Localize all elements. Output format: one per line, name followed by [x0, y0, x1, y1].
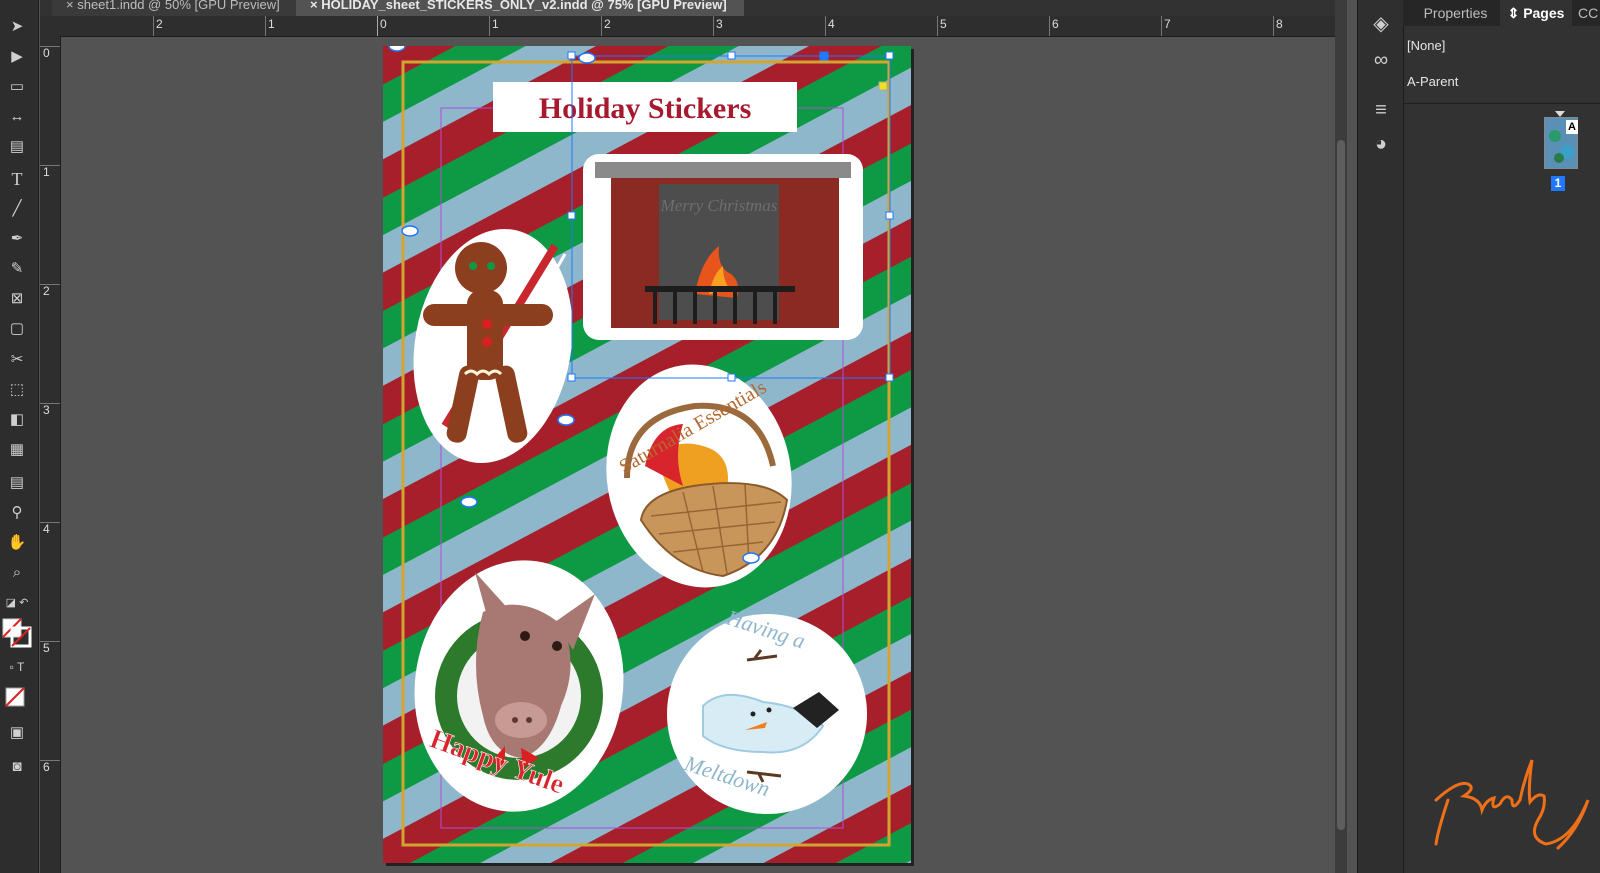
- gap-tool-icon[interactable]: ↔: [4, 106, 30, 128]
- tab-pages-label: Pages: [1523, 5, 1565, 21]
- note-tool-icon[interactable]: ▤: [4, 472, 30, 494]
- fireplace-text: Merry Christmas: [660, 196, 778, 215]
- page-artwork: Holiday Stickers Merry Christmas Saturna…: [383, 46, 911, 863]
- links-icon[interactable]: ∞: [1367, 48, 1395, 72]
- current-page-indicator-icon: [1555, 111, 1565, 117]
- tab-cc[interactable]: CC: [1578, 0, 1600, 26]
- ruler-label: 5: [43, 641, 50, 655]
- rectangle-frame-tool-icon[interactable]: ⊠: [4, 288, 30, 310]
- ruler-label: 3: [716, 17, 723, 31]
- horizontal-ruler[interactable]: 2 1 0 1 2 3 4 5 6 7 8: [40, 16, 1335, 37]
- title-text: Holiday Stickers: [539, 92, 752, 125]
- swap-fill-stroke-icon[interactable]: ◪ ↶: [4, 592, 30, 614]
- ruler-label: 4: [828, 17, 835, 31]
- direct-selection-tool-icon[interactable]: ▶: [4, 46, 30, 68]
- panel-dock-strip: ◈ ∞ ≡ ◕: [1357, 0, 1403, 873]
- tab-properties[interactable]: Properties: [1413, 0, 1498, 26]
- ruler-label: 0: [380, 17, 387, 31]
- scrollbar-thumb[interactable]: [1337, 140, 1345, 830]
- page-master-letter: A: [1566, 120, 1578, 134]
- fireplace-sticker[interactable]: Merry Christmas: [583, 154, 863, 340]
- ruler-label: 1: [43, 165, 50, 179]
- tools-panel: ➤ ▶ ▭ ↔ ▤ T ╱ ✒ ✎ ⊠ ▢ ✂ ⬚ ◧ ▦ ▤ ⚲ ✋ ⌕ ◪ …: [0, 0, 39, 873]
- ruler-label: 5: [940, 17, 947, 31]
- preview-mode-icon[interactable]: ◙: [4, 756, 30, 778]
- ruler-label: 0: [43, 46, 50, 60]
- document-tab-sheet1[interactable]: × sheet1.indd @ 50% [GPU Preview]: [52, 0, 311, 16]
- formatting-affects-container-icon[interactable]: ▫ T: [4, 656, 30, 678]
- document-tab-bar: × sheet1.indd @ 50% [GPU Preview] × HOLI…: [40, 0, 1335, 16]
- signature-watermark: [1434, 759, 1590, 850]
- ruler-label: 7: [1164, 17, 1171, 31]
- pen-tool-icon[interactable]: ✒: [4, 228, 30, 250]
- vertical-ruler[interactable]: 0 1 2 3 4 5 6: [40, 36, 61, 873]
- ruler-label: 2: [604, 17, 611, 31]
- ruler-label: 6: [43, 760, 50, 774]
- apply-none-icon[interactable]: [4, 686, 28, 708]
- fill-stroke-swatch[interactable]: [2, 618, 32, 648]
- document-page[interactable]: Holiday Stickers Merry Christmas Saturna…: [383, 46, 911, 863]
- selection-tool-icon[interactable]: ➤: [4, 16, 30, 38]
- tab-close-icon[interactable]: ×: [66, 0, 77, 12]
- tab-label: sheet1.indd @ 50% [GPU Preview]: [77, 0, 280, 12]
- gradient-swatch-tool-icon[interactable]: ◧: [4, 409, 30, 431]
- document-tab-holiday-stickers[interactable]: × HOLIDAY_sheet_STICKERS_ONLY_v2.indd @ …: [296, 0, 744, 16]
- screen-mode-icon[interactable]: ▣: [4, 722, 30, 744]
- ruler-label: 6: [1052, 17, 1059, 31]
- eyedropper-tool-icon[interactable]: ⚲: [4, 502, 30, 524]
- line-tool-icon[interactable]: ╱: [4, 198, 30, 220]
- layers-icon[interactable]: ◈: [1367, 12, 1395, 36]
- rectangle-tool-icon[interactable]: ▢: [4, 318, 30, 340]
- hand-tool-icon[interactable]: ✋: [4, 532, 30, 554]
- page-tool-icon[interactable]: ▭: [4, 76, 30, 98]
- content-collector-tool-icon[interactable]: ▤: [4, 136, 30, 158]
- ruler-label: 4: [43, 522, 50, 536]
- free-transform-tool-icon[interactable]: ⬚: [4, 379, 30, 401]
- scissors-tool-icon[interactable]: ✂: [4, 349, 30, 371]
- pencil-tool-icon[interactable]: ✎: [4, 258, 30, 280]
- color-icon[interactable]: ◕: [1367, 132, 1395, 156]
- panel-divider: [1403, 103, 1600, 104]
- ruler-label: 1: [492, 17, 499, 31]
- tab-pages[interactable]: ⇕ Pages: [1500, 0, 1572, 26]
- gradient-feather-tool-icon[interactable]: ▦: [4, 439, 30, 461]
- ruler-label: 3: [43, 403, 50, 417]
- master-none[interactable]: [None]: [1407, 38, 1445, 53]
- ruler-label: 2: [156, 17, 163, 31]
- type-tool-icon[interactable]: T: [4, 168, 30, 190]
- tab-close-icon[interactable]: ×: [310, 0, 321, 12]
- ruler-label: 2: [43, 284, 50, 298]
- ruler-label: 1: [268, 17, 275, 31]
- panel-tabs: Properties ⇕ Pages CC: [1403, 0, 1600, 26]
- tab-label: HOLIDAY_sheet_STICKERS_ONLY_v2.indd @ 75…: [321, 0, 727, 12]
- stroke-icon[interactable]: ≡: [1367, 98, 1395, 122]
- master-a-parent[interactable]: A-Parent: [1407, 74, 1458, 89]
- zoom-tool-icon[interactable]: ⌕: [4, 562, 30, 584]
- sort-icon: ⇕: [1507, 5, 1524, 21]
- ruler-label: 8: [1276, 17, 1283, 31]
- page-number[interactable]: 1: [1551, 176, 1565, 191]
